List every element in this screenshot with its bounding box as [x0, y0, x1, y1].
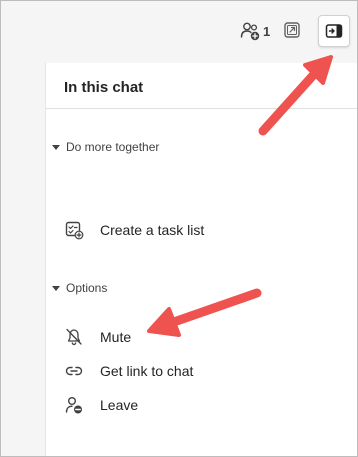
create-task-list-button[interactable]: Create a task list	[64, 219, 204, 241]
item-label: Create a task list	[100, 222, 205, 238]
participants-count: 1	[263, 23, 271, 39]
section-label: Options	[66, 281, 108, 295]
mute-button[interactable]: Mute	[64, 326, 131, 348]
panel-title: In this chat	[64, 79, 144, 96]
item-label: Leave	[100, 397, 139, 413]
person-leave-icon	[65, 397, 82, 414]
get-link-to-chat-button[interactable]: Get link to chat	[64, 360, 193, 382]
participants-button[interactable]: 1	[239, 18, 273, 44]
chat-details-panel: In this chat Do more together Create a t…	[46, 63, 357, 456]
chat-window: 1 In this chat Do more together Create a…	[0, 0, 358, 457]
section-toggle-do-more-together[interactable]: Do more together	[52, 140, 159, 154]
leave-chat-button[interactable]: Leave	[64, 394, 138, 416]
item-label: Get link to chat	[100, 363, 194, 379]
task-list-icon	[65, 221, 84, 240]
item-label: Mute	[100, 329, 132, 345]
caret-down-icon	[52, 285, 60, 291]
people-add-icon	[240, 22, 260, 41]
section-label: Do more together	[66, 140, 160, 154]
toggle-side-panel-button[interactable]	[318, 15, 350, 47]
bell-off-icon	[66, 328, 82, 346]
panel-divider	[46, 108, 357, 109]
link-icon	[65, 366, 83, 376]
open-in-window-icon	[284, 22, 300, 38]
section-toggle-options[interactable]: Options	[52, 281, 107, 295]
chat-content-area	[1, 63, 46, 456]
caret-down-icon	[52, 144, 60, 150]
panel-toggle-icon	[325, 24, 343, 38]
popout-chat-button[interactable]	[282, 20, 302, 40]
chat-header-bar: 1	[1, 1, 357, 64]
